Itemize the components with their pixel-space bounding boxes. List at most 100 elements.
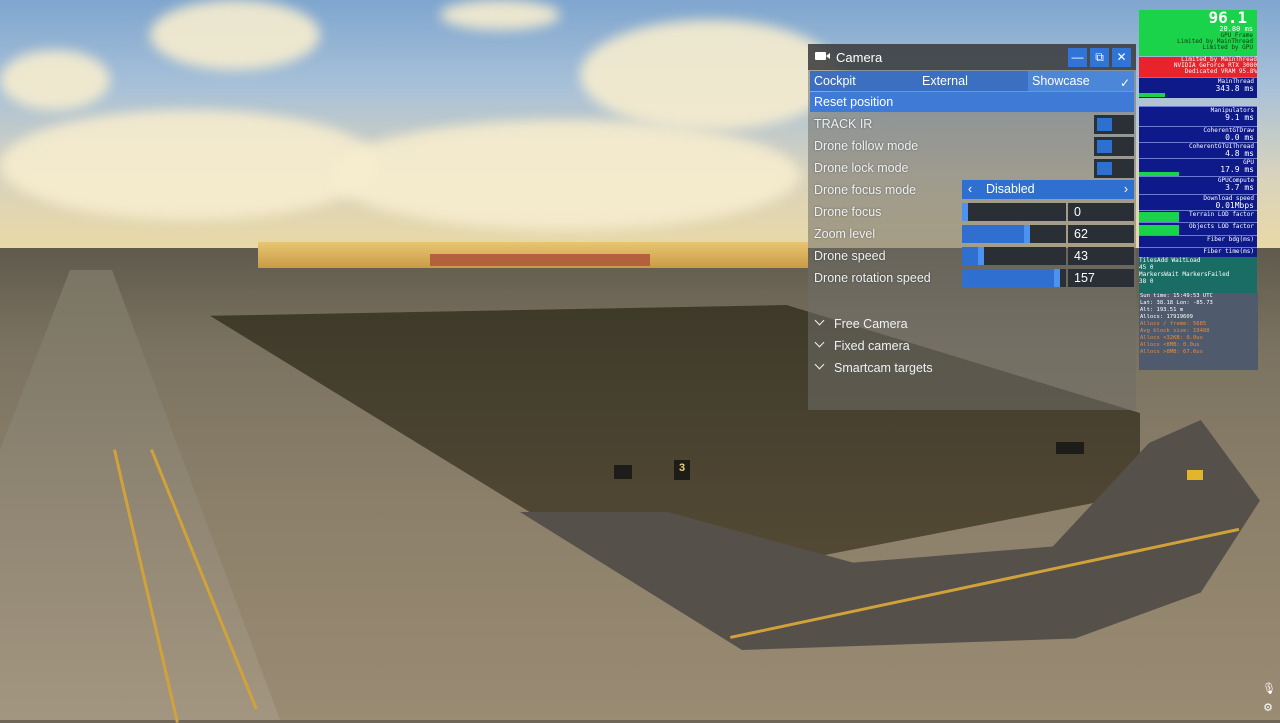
slider-thumb[interactable] — [1054, 269, 1060, 287]
tab-external[interactable]: External — [918, 71, 1026, 91]
microphone-icon[interactable]: 🎙 — [1262, 683, 1276, 695]
close-button[interactable]: ✕ — [1112, 48, 1131, 67]
stream-line: 45 0 — [1139, 264, 1154, 271]
stat-title: Fiber bdg(ms) — [1207, 236, 1254, 243]
drone-speed-value[interactable]: 43 — [1068, 247, 1134, 265]
drone-focus-mode-row: Drone focus mode ‹ Disabled › — [810, 180, 1134, 200]
track-ir-toggle[interactable] — [1094, 115, 1134, 134]
stream-line: MarkersWait MarkersFailed — [1139, 271, 1230, 278]
stat-title: Fiber time(ms) — [1203, 248, 1254, 255]
stat-value: 0.01Mbps — [1215, 201, 1254, 210]
drone-follow-toggle[interactable] — [1094, 137, 1134, 156]
section-label: Smartcam targets — [834, 361, 933, 375]
slider-fill — [962, 247, 978, 265]
chevron-right-icon[interactable]: › — [1124, 180, 1128, 199]
stat-coherentgtuithread: CoherentGTUIThread 4.8 ms — [1139, 142, 1257, 159]
slider-thumb[interactable] — [978, 247, 984, 265]
slider-fill — [962, 225, 1024, 243]
chevron-down-icon — [814, 315, 825, 326]
section-label: Fixed camera — [834, 339, 910, 353]
tab-showcase-label: Showcase — [1032, 74, 1090, 88]
drone-lock-label: Drone lock mode — [814, 161, 909, 175]
taxiway-sign — [1187, 470, 1203, 480]
drone-focus-mode-selector[interactable]: ‹ Disabled › — [962, 180, 1134, 199]
stream-line: TilesAdd WaitLoad — [1139, 257, 1201, 264]
drone-rotation-speed-row: Drone rotation speed 157 — [810, 268, 1134, 288]
drone-speed-label: Drone speed — [814, 249, 886, 263]
zoom-level-label: Zoom level — [814, 227, 876, 241]
drone-rotation-speed-slider[interactable] — [962, 269, 1066, 287]
section-smartcam-targets[interactable]: Smartcam targets — [814, 359, 1114, 379]
drone-focus-mode-value: Disabled — [986, 182, 1035, 196]
performance-debug-overlay: 96.1 20.80 ms GPU Frame Limited by MainT… — [1139, 9, 1258, 370]
tab-cockpit[interactable]: Cockpit — [810, 71, 916, 91]
track-ir-row: TRACK IR — [810, 114, 1134, 134]
taxiway-sign — [614, 465, 632, 479]
sys-line: Allocs: 17919609 — [1140, 314, 1193, 320]
alloc-line: Allocs >8MB: 67.6us — [1140, 349, 1203, 355]
settings-icon[interactable]: ⚙ — [1262, 702, 1274, 714]
stat-download-speed: Download speed 0.01Mbps — [1139, 194, 1257, 211]
drone-follow-label: Drone follow mode — [814, 139, 919, 153]
video-camera-icon — [815, 52, 830, 60]
stat-value: 3.7 ms — [1225, 183, 1254, 192]
chevron-left-icon[interactable]: ‹ — [968, 180, 972, 199]
fps-counter: 96.1 20.80 ms GPU Frame Limited by MainT… — [1139, 9, 1257, 56]
zoom-level-row: Zoom level 62 — [810, 224, 1134, 244]
zoom-level-value[interactable]: 62 — [1068, 225, 1134, 243]
stat-value: 4.8 ms — [1225, 149, 1254, 158]
stat-bar — [1139, 93, 1165, 97]
reset-position-button[interactable]: Reset position — [810, 92, 1134, 112]
zoom-level-slider[interactable] — [962, 225, 1066, 243]
cloud — [0, 110, 380, 220]
stat-title: Terrain LOD factor — [1188, 211, 1254, 218]
limit-warning: Limited by MainThread NVIDIA GeForce RTX… — [1139, 57, 1257, 77]
stat-value: 9.1 ms — [1225, 113, 1254, 122]
drone-rotation-speed-label: Drone rotation speed — [814, 271, 931, 285]
system-stats: Sun time: 15:49:53 UTC Lat: 38.18 Lon: -… — [1139, 293, 1258, 370]
toggle-knob — [1097, 118, 1112, 131]
drone-focus-value[interactable]: 0 — [1068, 203, 1134, 221]
toggle-knob — [1097, 140, 1112, 153]
drone-focus-slider[interactable] — [962, 203, 1066, 221]
drone-lock-toggle[interactable] — [1094, 159, 1134, 178]
chevron-down-icon — [814, 337, 825, 348]
sys-line: Alt: 193.51 m — [1140, 307, 1184, 313]
checkmark-icon: ✓ — [1119, 76, 1130, 90]
cloud — [150, 0, 320, 70]
stat-objects-lod: Objects LOD factor — [1139, 222, 1257, 236]
stat-bar — [1139, 225, 1179, 235]
fps-line: Limited by GPU — [1202, 44, 1253, 51]
hangar-band — [430, 254, 650, 266]
camera-panel-title: Camera — [836, 50, 883, 65]
stat-gpu: GPU 17.9 ms — [1139, 158, 1257, 177]
camera-panel-title-bar[interactable]: Camera — ⧉ ✕ — [808, 44, 1136, 70]
drone-speed-row: Drone speed 43 — [810, 246, 1134, 266]
alloc-line: Allocs <8MB: 0.0us — [1140, 342, 1200, 348]
toggle-knob — [1097, 162, 1112, 175]
slider-thumb[interactable] — [962, 203, 968, 221]
stat-gpucompute: GPUCompute 3.7 ms — [1139, 176, 1257, 195]
cloud — [330, 120, 800, 230]
camera-mode-tabs: Cockpit External Showcase ✓ — [810, 71, 1134, 91]
drone-focus-label: Drone focus — [814, 205, 882, 219]
popout-button[interactable]: ⧉ — [1090, 48, 1109, 67]
section-fixed-camera[interactable]: Fixed camera — [814, 337, 1114, 357]
drone-follow-row: Drone follow mode — [810, 136, 1134, 156]
tab-showcase[interactable]: Showcase ✓ — [1028, 71, 1134, 91]
drone-rotation-speed-value[interactable]: 157 — [1068, 269, 1134, 287]
camera-panel: Camera — ⧉ ✕ Cockpit External Showcase ✓… — [808, 44, 1136, 410]
minimize-button[interactable]: — — [1068, 48, 1087, 67]
drone-speed-slider[interactable] — [962, 247, 1066, 265]
cloud — [440, 0, 560, 30]
warning-line: Dedicated VRAM 95.8% — [1184, 68, 1257, 75]
slider-thumb[interactable] — [1024, 225, 1030, 243]
section-free-camera[interactable]: Free Camera — [814, 315, 1114, 335]
sys-line: Sun time: 15:49:53 UTC — [1140, 293, 1213, 299]
alloc-line: Avg block size: 19488 — [1140, 328, 1210, 334]
taxiway-sign — [1056, 442, 1084, 454]
alloc-line: Allocs / frame: 5685 — [1140, 321, 1207, 327]
drone-focus-row: Drone focus 0 — [810, 202, 1134, 222]
stat-manipulators: Manipulators 9.1 ms — [1139, 106, 1257, 127]
stat-coherentgtdraw: CoherentGTDraw 0.0 ms — [1139, 126, 1257, 143]
